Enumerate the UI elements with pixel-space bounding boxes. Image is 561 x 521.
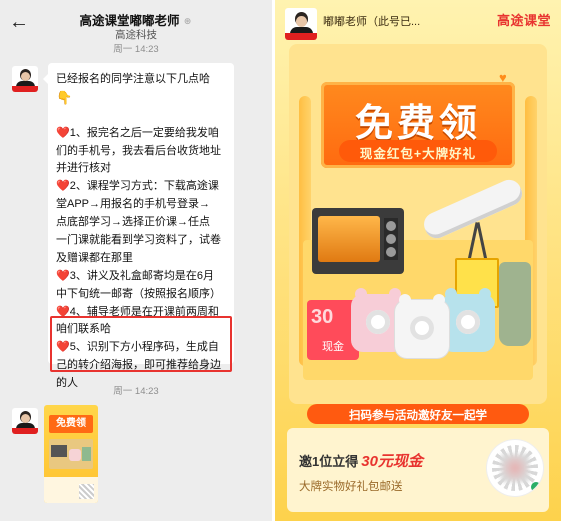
reward-info-card: 邀1位立得 30元现金 大牌实物好礼包邮送	[287, 428, 549, 512]
message-line: 👇	[56, 89, 228, 107]
blender-image	[499, 262, 531, 346]
reward-amount: 30元现金	[361, 453, 423, 470]
teacher-name: 嘟嘟老师（此号已...	[323, 16, 421, 28]
coupon-value: 30	[311, 306, 334, 328]
white-printer-image	[395, 294, 449, 358]
brand-logo: 高途课堂	[496, 13, 551, 28]
highlight-box	[50, 316, 232, 372]
message-timestamp: 周一 14:23	[113, 386, 159, 397]
message-line: 并进行核对	[56, 162, 111, 175]
reward-line: 邀1位立得 30元现金	[299, 453, 423, 470]
message-line: 一门课就能看到学习资料了，试卷	[56, 234, 221, 247]
message-line: 及赠课都在那里	[56, 251, 133, 264]
heart-icon: ❤️	[56, 126, 70, 139]
message-line: 点底部学习→选择正价课→任点	[56, 216, 210, 229]
blue-printer-image	[441, 288, 495, 352]
message-line: ❤️1、报完名之后一定要给我发咱	[56, 126, 219, 139]
chat-header: ← 高途课堂嘟嘟老师 ⊛ 高途科技 周一 14:23	[0, 0, 272, 58]
poster-subtitle: 现金红包+大牌好礼	[359, 147, 477, 161]
message-timestamp: 周一 14:23	[113, 44, 159, 55]
scan-ribbon-text: 扫码参与活动邀好友一起学	[349, 410, 487, 422]
message-line	[56, 107, 228, 125]
message-line: ❤️2、课程学习方式：下载高途课	[56, 180, 219, 193]
poster-header: 嘟嘟老师（此号已... 高途课堂	[275, 0, 561, 46]
wechat-badge-icon	[531, 482, 541, 492]
chat-title: 高途课堂嘟嘟老师	[79, 14, 180, 28]
chat-panel: ← 高途课堂嘟嘟老师 ⊛ 高途科技 周一 14:23 已经报名的同学注意以下几点哈…	[0, 0, 272, 521]
message-line: 已经报名的同学注意以下几点哈	[56, 73, 210, 85]
message-line: ❤️3、讲义及礼盒邮寄均是在6月	[56, 269, 214, 282]
scan-ribbon: 扫码参与活动邀好友一起学	[307, 404, 529, 424]
thumbnail-qr-icon	[79, 484, 94, 499]
heart-icon: ❤️	[56, 180, 70, 193]
title-board: 免费领 现金红包+大牌好礼	[321, 82, 515, 168]
message-line: 中下旬统一邮寄（按照报名顺序）	[56, 287, 221, 300]
chat-subtitle: 高途科技	[115, 29, 157, 41]
message-line: 堂APP→用报名的手机号登录→	[56, 198, 211, 211]
sender-avatar[interactable]	[12, 408, 38, 434]
work-wechat-badge-icon: ⊛	[183, 16, 192, 26]
mini-program-qr-icon[interactable]	[487, 440, 543, 496]
thumbnail-title: 免费领	[49, 415, 93, 433]
message-bubble[interactable]: 已经报名的同学注意以下几点哈 👇 ❤️1、报完名之后一定要给我发咱 们的手机号，…	[43, 63, 234, 389]
message-line: 们的手机号，我去看后台收货地址	[56, 144, 221, 157]
sender-avatar[interactable]	[12, 66, 38, 92]
poster-title: 免费领	[354, 103, 481, 145]
image-message-thumbnail[interactable]: 免费领	[44, 405, 98, 503]
heart-icon: ❤️	[56, 269, 70, 282]
point-down-icon: 👇	[56, 89, 73, 105]
gift-line: 大牌实物好礼包邮送	[299, 481, 403, 493]
teacher-avatar	[285, 8, 317, 40]
oven-image	[312, 208, 404, 274]
referral-poster: 嘟嘟老师（此号已... 高途课堂 ♥ ♥ 免费领 现金红包+大牌好礼 30 现金…	[275, 0, 561, 521]
